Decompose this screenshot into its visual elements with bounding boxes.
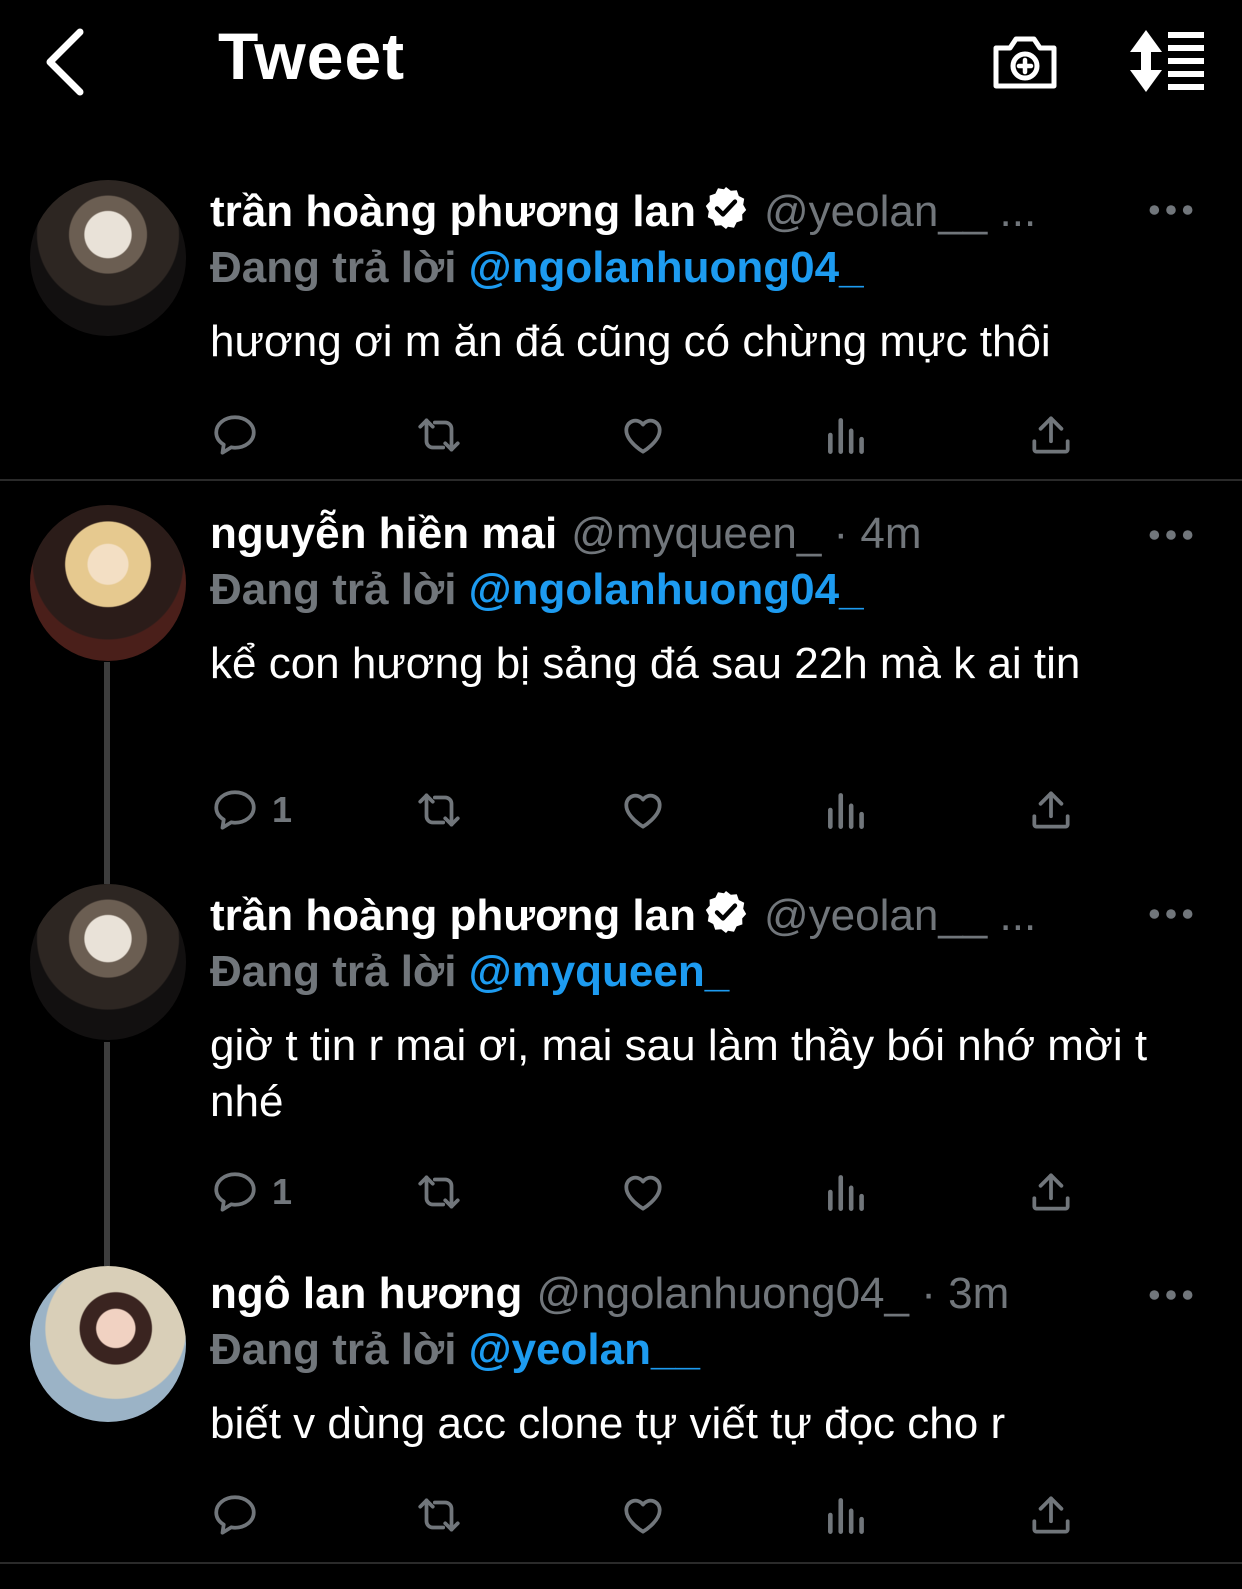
reply-prefix: Đang trả lời — [210, 1325, 457, 1374]
views-icon — [822, 1490, 872, 1540]
reply-prefix: Đang trả lời — [210, 947, 457, 996]
camera-plus-icon — [993, 36, 1057, 89]
tweet-text: giờ t tin r mai ơi, mai sau làm thầy bói… — [210, 1021, 1148, 1126]
page-title: Tweet — [218, 19, 406, 93]
retweet-icon — [414, 1490, 464, 1540]
share-button[interactable] — [1026, 1162, 1076, 1222]
reply-icon — [210, 410, 260, 460]
display-name[interactable]: ngô lan hương — [210, 1269, 522, 1318]
display-name[interactable]: trần hoàng phương lan — [210, 891, 696, 940]
retweet-button[interactable] — [414, 405, 464, 465]
back-button[interactable] — [38, 24, 98, 100]
like-icon — [618, 410, 668, 460]
reply-to-link[interactable]: @myqueen_ — [469, 947, 730, 996]
handle-time[interactable]: @yeolan__ ... — [764, 891, 1036, 940]
retweet-button[interactable] — [414, 1162, 464, 1222]
tweet-header: trần hoàng phương lan @yeolan__ ... — [210, 888, 1036, 944]
display-name[interactable]: trần hoàng phương lan — [210, 187, 696, 236]
share-icon — [1026, 785, 1076, 835]
reply-icon — [210, 1167, 260, 1217]
top-bar: Tweet — [0, 0, 1242, 130]
more-icon[interactable] — [1146, 1275, 1196, 1315]
verified-badge-icon — [702, 888, 750, 936]
retweet-icon — [414, 1167, 464, 1217]
replying-to: Đang trả lời @ngolanhuong04_ — [210, 562, 864, 618]
tweet-header: ngô lan hương @ngolanhuong04_ · 3m — [210, 1266, 1009, 1322]
more-icon[interactable] — [1146, 515, 1196, 555]
divider — [0, 1562, 1242, 1564]
replying-to: Đang trả lời @yeolan__ — [210, 1322, 700, 1378]
retweet-button[interactable] — [414, 780, 464, 840]
reply-to-link[interactable]: @yeolan__ — [469, 1325, 700, 1374]
avatar[interactable] — [30, 884, 186, 1040]
views-icon — [822, 410, 872, 460]
share-icon — [1026, 1490, 1076, 1540]
verified-badge-icon — [702, 184, 750, 232]
reply-button[interactable] — [210, 405, 272, 465]
tweet-text: kể con hương bị sảng đá sau 22h mà k ai … — [210, 639, 1081, 688]
views-button[interactable] — [822, 780, 872, 840]
tweet-header: nguyễn hiền mai @myqueen_ · 4m — [210, 506, 922, 562]
more-icon[interactable] — [1146, 190, 1196, 230]
reply-button[interactable] — [210, 1485, 272, 1545]
tweet-actions: 1 — [210, 780, 1090, 840]
views-icon — [822, 785, 872, 835]
tweet-text: biết v dùng acc clone tự viết tự đọc cho… — [210, 1399, 1006, 1448]
reply-icon — [210, 1490, 260, 1540]
share-icon — [1026, 410, 1076, 460]
like-button[interactable] — [618, 405, 668, 465]
like-button[interactable] — [618, 1162, 668, 1222]
reply-icon — [210, 785, 260, 835]
tweet-header: trần hoàng phương lan @yeolan__ ... — [210, 184, 1036, 240]
display-name[interactable]: nguyễn hiền mai — [210, 509, 557, 558]
reply-button[interactable]: 1 — [210, 1162, 292, 1222]
reply-to-link[interactable]: @ngolanhuong04_ — [469, 565, 864, 614]
retweet-icon — [414, 410, 464, 460]
share-button[interactable] — [1026, 405, 1076, 465]
thread-line — [104, 662, 110, 884]
avatar[interactable] — [30, 1266, 186, 1422]
more-icon[interactable] — [1146, 894, 1196, 934]
avatar[interactable] — [30, 505, 186, 661]
avatar[interactable] — [30, 180, 186, 336]
handle-time[interactable]: @ngolanhuong04_ · 3m — [536, 1269, 1009, 1318]
reply-count: 1 — [272, 789, 293, 830]
handle-time[interactable]: @myqueen_ · 4m — [571, 509, 921, 558]
replying-to: Đang trả lời @myqueen_ — [210, 944, 729, 1000]
tweet-text: hương ơi m ăn đá cũng có chừng mực thôi — [210, 317, 1051, 366]
camera-button[interactable] — [990, 26, 1060, 96]
thread-line — [104, 1042, 110, 1266]
sort-button[interactable] — [1128, 26, 1208, 96]
reply-button[interactable]: 1 — [210, 780, 292, 840]
share-icon — [1026, 1167, 1076, 1217]
sort-icon — [1130, 30, 1204, 92]
handle-time[interactable]: @yeolan__ ... — [764, 187, 1036, 236]
like-button[interactable] — [618, 780, 668, 840]
reply-prefix: Đang trả lời — [210, 243, 457, 292]
retweet-button[interactable] — [414, 1485, 464, 1545]
reply-count: 1 — [272, 1171, 293, 1212]
like-icon — [618, 1167, 668, 1217]
share-button[interactable] — [1026, 1485, 1076, 1545]
views-icon — [822, 1167, 872, 1217]
back-arrow-icon — [46, 28, 84, 96]
like-icon — [618, 1490, 668, 1540]
tweet-actions — [210, 1485, 1090, 1545]
replying-to: Đang trả lời @ngolanhuong04_ — [210, 240, 864, 296]
reply-prefix: Đang trả lời — [210, 565, 457, 614]
tweet-actions: 1 — [210, 1162, 1090, 1222]
divider — [0, 479, 1242, 481]
like-button[interactable] — [618, 1485, 668, 1545]
views-button[interactable] — [822, 1162, 872, 1222]
like-icon — [618, 785, 668, 835]
reply-to-link[interactable]: @ngolanhuong04_ — [469, 243, 864, 292]
retweet-icon — [414, 785, 464, 835]
views-button[interactable] — [822, 1485, 872, 1545]
share-button[interactable] — [1026, 780, 1076, 840]
views-button[interactable] — [822, 405, 872, 465]
tweet-actions — [210, 405, 1090, 465]
